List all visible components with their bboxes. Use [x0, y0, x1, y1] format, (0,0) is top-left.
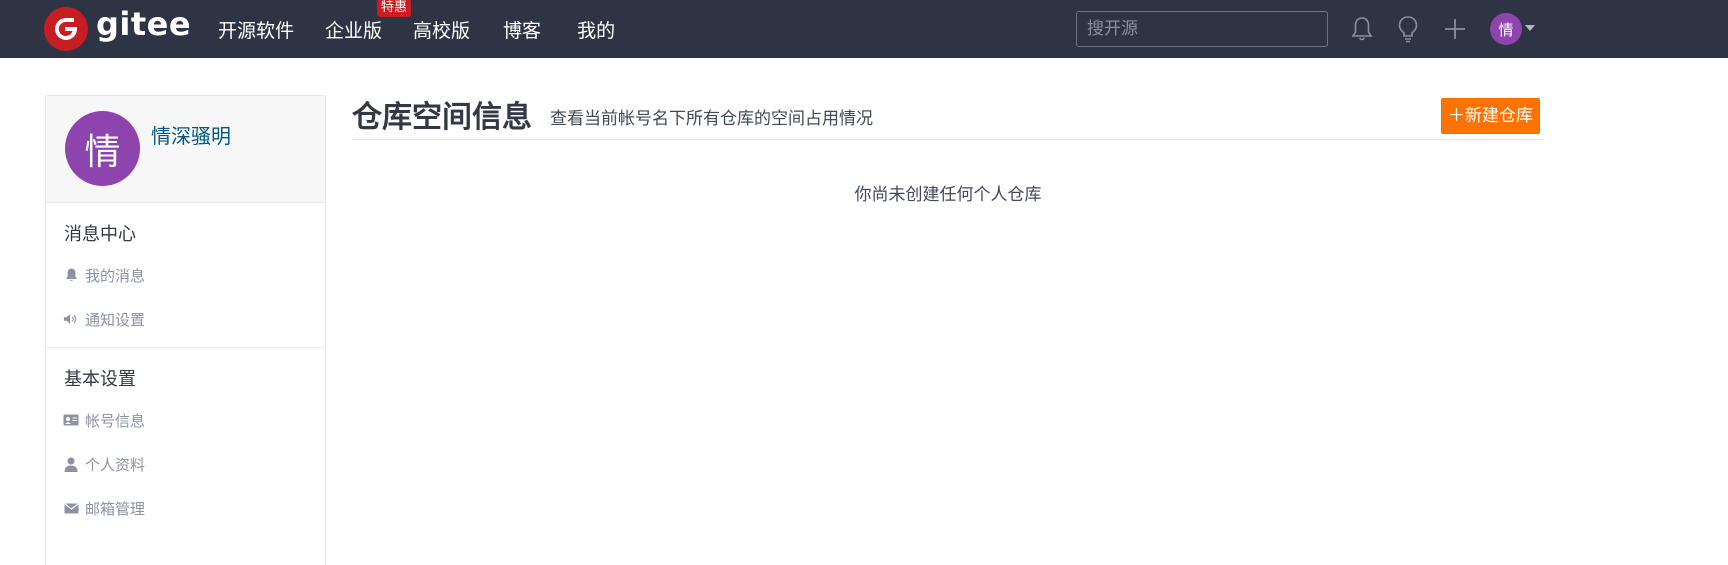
- profile-avatar[interactable]: 情: [65, 111, 140, 186]
- user-avatar[interactable]: 情: [1490, 13, 1522, 45]
- nav-item-label: 企业版: [325, 19, 383, 42]
- megaphone-icon: [63, 311, 79, 327]
- nav-item-enterprise[interactable]: 企业版 特惠: [325, 0, 412, 43]
- nav-item-open-source[interactable]: 开源软件: [218, 16, 294, 43]
- search-input[interactable]: [1076, 11, 1328, 47]
- chevron-down-icon[interactable]: [1525, 25, 1535, 31]
- page-title: 仓库空间信息: [352, 100, 532, 135]
- sidebar-section-title: 消息中心: [64, 224, 136, 245]
- nav-item-blog[interactable]: 博客: [503, 16, 541, 43]
- nav-item-mine[interactable]: 我的: [577, 16, 615, 43]
- page-subtitle: 查看当前帐号名下所有仓库的空间占用情况: [550, 109, 873, 129]
- sidebar-section-title: 基本设置: [64, 369, 136, 390]
- sidebar-item-account-info[interactable]: 帐号信息: [46, 398, 325, 442]
- main-nav: 开源软件 企业版 特惠 高校版 博客 我的: [218, 0, 615, 58]
- plus-icon[interactable]: [1439, 13, 1471, 45]
- sidebar-item-profile[interactable]: 个人资料: [46, 442, 325, 486]
- empty-state-message: 你尚未创建任何个人仓库: [854, 185, 1042, 205]
- sidebar-item-label: 个人资料: [85, 455, 146, 474]
- envelope-icon: [63, 500, 79, 516]
- bell-icon[interactable]: [1346, 13, 1378, 45]
- sidebar-item-my-messages[interactable]: 我的消息: [46, 253, 325, 297]
- profile-card: 情 情深骚明: [46, 96, 325, 203]
- page-header: 仓库空间信息 查看当前帐号名下所有仓库的空间占用情况 ＋新建仓库: [352, 88, 1544, 140]
- id-card-icon: [63, 412, 79, 428]
- nav-item-education[interactable]: 高校版: [413, 16, 470, 43]
- sidebar-item-email-management[interactable]: 邮箱管理: [46, 486, 325, 530]
- gitee-logo[interactable]: gitee: [44, 5, 191, 51]
- sidebar: 情 情深骚明 消息中心 我的消息 通知设置 基本设置 帐号信息 个人资料 邮箱管…: [45, 95, 326, 565]
- promo-badge: 特惠: [377, 0, 412, 17]
- sidebar-item-label: 帐号信息: [85, 411, 146, 430]
- sidebar-item-label: 通知设置: [85, 310, 146, 329]
- logo-text: gitee: [96, 5, 192, 43]
- new-repo-button[interactable]: ＋新建仓库: [1441, 98, 1540, 134]
- profile-username[interactable]: 情深骚明: [151, 120, 231, 149]
- bell-icon: [63, 267, 79, 283]
- gitee-logo-icon: [44, 7, 88, 51]
- sidebar-item-label: 邮箱管理: [85, 499, 146, 518]
- sidebar-item-notification-settings[interactable]: 通知设置: [46, 297, 325, 341]
- sidebar-section-basic-settings: 基本设置 帐号信息 个人资料 邮箱管理: [46, 348, 325, 536]
- top-navbar: gitee 开源软件 企业版 特惠 高校版 博客 我的 情: [0, 0, 1728, 58]
- lightbulb-icon[interactable]: [1392, 13, 1424, 45]
- sidebar-item-label: 我的消息: [85, 266, 146, 285]
- user-icon: [63, 456, 79, 472]
- sidebar-section-messages: 消息中心 我的消息 通知设置: [46, 203, 325, 348]
